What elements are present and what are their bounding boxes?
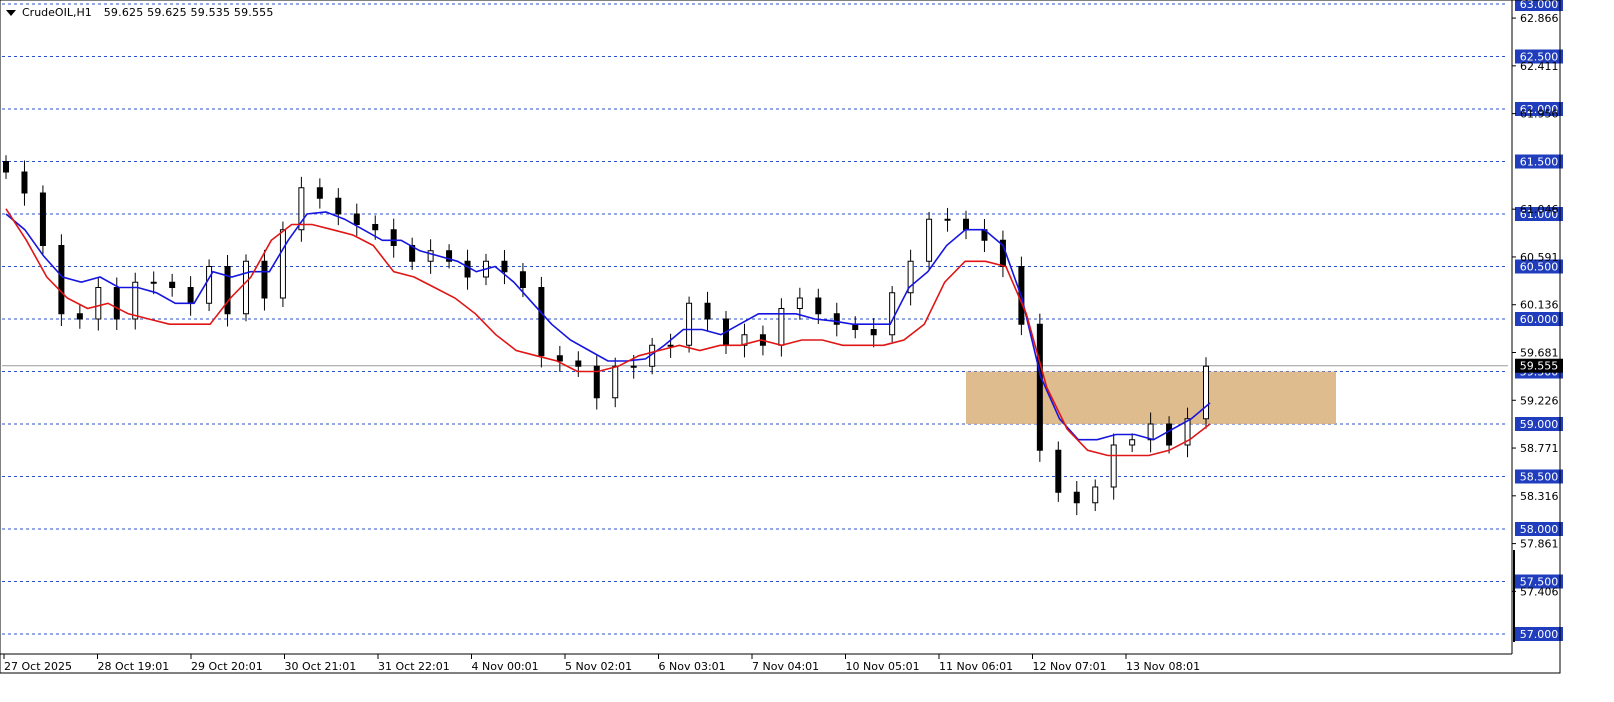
candle-body xyxy=(95,287,102,320)
x-tick-label: 30 Oct 21:01 xyxy=(285,660,357,673)
x-tick-label: 6 Nov 03:01 xyxy=(659,660,726,673)
collapse-triangle-icon[interactable] xyxy=(6,9,16,16)
level-tag-label: 57.000 xyxy=(1520,628,1559,641)
x-tick-label: 10 Nov 05:01 xyxy=(846,660,920,673)
candle-body xyxy=(169,281,176,288)
candle-body xyxy=(1166,423,1173,446)
candle-body xyxy=(427,250,434,262)
candle-body xyxy=(870,329,877,336)
chart-background xyxy=(0,0,1614,698)
candle-body xyxy=(21,171,28,194)
level-tag-label: 61.500 xyxy=(1520,156,1559,169)
candle-body xyxy=(575,360,582,367)
level-tag-label: 58.500 xyxy=(1520,471,1559,484)
candle-body xyxy=(1147,423,1154,441)
candle-body xyxy=(1110,444,1117,488)
level-tag-label: 59.000 xyxy=(1520,418,1559,431)
x-tick-label: 31 Oct 22:01 xyxy=(378,660,450,673)
candle-body xyxy=(1055,449,1062,493)
candle-body xyxy=(113,287,120,320)
y-tick-label: 62.866 xyxy=(1520,12,1559,25)
candle-body xyxy=(39,192,46,246)
candle-body xyxy=(150,281,157,284)
candle-body xyxy=(667,344,674,347)
chart-canvas[interactable]: 63.00062.50062.00061.50061.00060.50060.0… xyxy=(0,0,1614,698)
level-tag-label: 60.000 xyxy=(1520,313,1559,326)
y-tick-label: 59.681 xyxy=(1520,346,1559,359)
y-tick-label: 60.136 xyxy=(1520,299,1559,312)
x-tick-label: 5 Nov 02:01 xyxy=(565,660,632,673)
y-tick-label: 58.771 xyxy=(1520,442,1559,455)
candle-body xyxy=(926,218,933,262)
candle-body xyxy=(187,287,194,304)
y-tick-label: 58.316 xyxy=(1520,490,1559,503)
x-tick-label: 11 Nov 06:01 xyxy=(939,660,1013,673)
candle-body xyxy=(686,302,693,346)
candle-body xyxy=(796,297,803,309)
candle-body xyxy=(3,161,9,173)
candle-body xyxy=(1092,486,1099,504)
price-chart[interactable]: 63.000 62.500 62.000 61.500 61.000 60.500 60.0… xyxy=(0,0,1614,698)
candle-body xyxy=(1073,491,1080,504)
candle-body xyxy=(261,260,268,299)
candle-body xyxy=(372,224,379,231)
y-tick-label: 62.411 xyxy=(1520,60,1559,73)
y-tick-label: 57.861 xyxy=(1520,538,1559,551)
candle-body xyxy=(630,365,637,368)
candle-body xyxy=(58,245,65,315)
candle-body xyxy=(815,297,822,315)
level-tag-label: 58.000 xyxy=(1520,523,1559,536)
x-tick-label: 12 Nov 07:01 xyxy=(1033,660,1107,673)
candle-body xyxy=(704,302,711,320)
y-tick-label: 61.956 xyxy=(1520,108,1559,121)
y-tick-label: 61.046 xyxy=(1520,203,1559,216)
candle-body xyxy=(1203,365,1209,420)
candle-body xyxy=(224,266,231,315)
candle-body xyxy=(206,266,213,304)
candle-body xyxy=(519,271,526,288)
x-tick-label: 13 Nov 08:01 xyxy=(1126,660,1200,673)
candle-body xyxy=(464,260,471,278)
candle-body xyxy=(353,213,360,225)
x-tick-label: 28 Oct 19:01 xyxy=(98,660,170,673)
candle-body xyxy=(889,292,896,336)
candle-body xyxy=(390,229,397,246)
candle-body xyxy=(501,260,508,273)
candle-body xyxy=(243,260,249,315)
x-tick-label: 29 Oct 20:01 xyxy=(191,660,263,673)
y-tick-label: 59.226 xyxy=(1520,394,1559,407)
candle-body xyxy=(1036,323,1043,451)
x-tick-label: 4 Nov 00:01 xyxy=(472,660,539,673)
candle-body xyxy=(944,218,951,221)
chart-title: CrudeOIL,H1 59.625 59.625 59.535 59.555 xyxy=(6,6,274,19)
x-tick-label: 7 Nov 04:01 xyxy=(752,660,819,673)
candle-body xyxy=(963,218,969,231)
current-price-label: 59.555 xyxy=(1520,360,1559,373)
candle-body xyxy=(316,187,323,199)
candle-body xyxy=(76,313,83,320)
candle-body xyxy=(612,365,619,399)
candle-body xyxy=(335,197,342,215)
candle-body xyxy=(279,229,286,299)
level-tag-label: 63.000 xyxy=(1520,0,1559,11)
x-tick-label: 27 Oct 2025 xyxy=(4,660,72,673)
y-tick-label: 57.406 xyxy=(1520,585,1559,598)
y-tick-label: 60.591 xyxy=(1520,251,1559,264)
candle-body xyxy=(1129,439,1136,446)
candle-body xyxy=(852,323,859,330)
candle-body xyxy=(538,287,545,357)
ohlc-values: 59.625 59.625 59.535 59.555 xyxy=(103,6,274,19)
symbol-label: CrudeOIL,H1 xyxy=(22,6,92,19)
candle-body xyxy=(556,355,563,362)
